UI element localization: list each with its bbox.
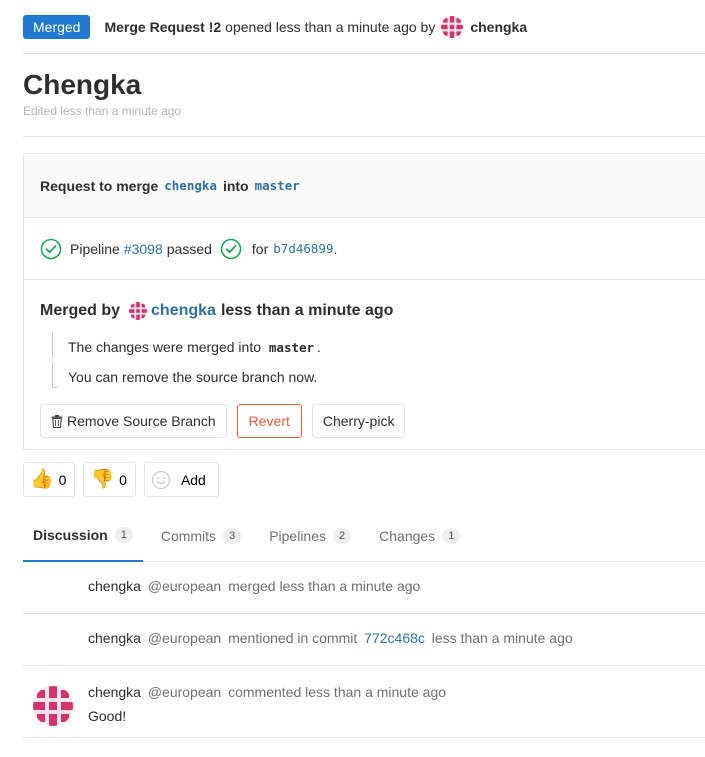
merged-by-label: Merged by <box>40 302 121 319</box>
merge-request-tabs: Discussion 1 Commits 3 Pipelines 2 Chang… <box>23 510 705 562</box>
pipeline-status-text: passed <box>166 240 212 257</box>
thumbsup-emoji-icon: 👍 <box>30 469 54 490</box>
note-text: mentioned in commit <box>228 630 358 646</box>
note-text: commented less than a minute ago <box>228 684 447 700</box>
page-title: Chengka <box>23 69 142 100</box>
title-block: Chengka Edited less than a minute ago <box>23 54 705 137</box>
merged-msg-branch: master <box>268 340 315 355</box>
tab-label: Discussion <box>33 527 108 543</box>
list-item: You can remove the source branch now. <box>52 362 689 396</box>
merged-msg-suffix: . <box>317 339 321 355</box>
tab-discussion[interactable]: Discussion 1 <box>23 510 143 562</box>
tab-commits[interactable]: Commits 3 <box>151 510 251 562</box>
author-avatar[interactable] <box>441 16 463 38</box>
tab-label: Changes <box>379 528 436 544</box>
status-badge: Merged <box>23 14 91 39</box>
pipeline-status-row: Pipeline #3098 passed for b7d46899 . <box>24 218 705 280</box>
note-author-handle: @european <box>147 684 222 700</box>
thumbsup-count: 0 <box>58 471 67 488</box>
cherry-pick-button[interactable]: Cherry-pick <box>311 404 406 438</box>
opened-text: opened less than a minute ago by <box>225 18 436 35</box>
note-author-handle: @european <box>147 630 222 646</box>
revert-button[interactable]: Revert <box>236 404 302 438</box>
commit-link[interactable]: 772c468c <box>364 630 425 646</box>
check-circle-icon[interactable] <box>220 238 242 260</box>
tab-count-badge: 2 <box>333 528 352 544</box>
trash-icon <box>51 414 63 428</box>
note-author-link[interactable]: chengka <box>88 578 141 594</box>
tab-pipelines[interactable]: Pipelines 2 <box>259 510 361 562</box>
tab-count-badge: 1 <box>114 527 133 543</box>
tab-changes[interactable]: Changes 1 <box>369 510 470 562</box>
tab-label: Commits <box>160 528 217 544</box>
system-note: chengka @european mentioned in commit 77… <box>23 614 705 666</box>
smiley-icon <box>151 470 171 489</box>
note-header: chengka @european mentioned in commit 77… <box>88 630 573 646</box>
note-author-link[interactable]: chengka <box>88 684 141 700</box>
comment-note: chengka @european commented less than a … <box>23 666 705 738</box>
edited-text: Edited less than a minute ago <box>23 104 182 118</box>
add-award-label: Add <box>180 471 206 488</box>
merged-section: Merged by chengka less than a minute ago… <box>24 280 705 438</box>
for-label: for <box>251 240 269 257</box>
into-label: into <box>222 177 249 194</box>
check-circle-icon[interactable] <box>40 238 62 260</box>
comment-body: Good! <box>88 708 127 724</box>
tab-count-badge: 1 <box>442 528 461 544</box>
thumbsdown-count: 0 <box>119 471 127 488</box>
note-header: chengka @european commented less than a … <box>88 684 446 700</box>
merged-info-list: The changes were merged into master. You… <box>52 332 689 396</box>
mr-widget: Request to merge chengka into master Pip… <box>23 153 705 450</box>
mr-source-target: Request to merge chengka into master <box>24 154 705 218</box>
thumbsdown-award-button[interactable]: 👎 0 <box>83 462 136 497</box>
period: . <box>333 240 338 257</box>
detail-header: Merged Merge Request !2 opened less than… <box>23 0 705 54</box>
remove-source-branch-label: Remove Source Branch <box>67 413 216 429</box>
thumbsup-award-button[interactable]: 👍 0 <box>23 462 76 497</box>
merged-by-line: Merged by chengka less than a minute ago <box>40 300 689 322</box>
target-branch-link[interactable]: master <box>255 178 300 193</box>
merged-msg-prefix: The changes were merged into <box>68 339 261 355</box>
commit-sha-link[interactable]: b7d46899 <box>273 241 333 256</box>
merged-actions: Remove Source Branch Revert Cherry-pick <box>40 404 689 438</box>
comment-author-avatar[interactable] <box>33 686 73 726</box>
note-header: chengka @european merged less than a min… <box>88 578 420 594</box>
thumbsdown-emoji-icon: 👎 <box>90 469 115 490</box>
author-link[interactable]: chengka <box>470 19 527 35</box>
list-item: The changes were merged into master. <box>52 332 689 366</box>
award-emoji-bar: 👍 0 👎 0 Add <box>23 462 227 497</box>
pipeline-link[interactable]: #3098 <box>124 241 163 257</box>
remove-source-branch-button[interactable]: Remove Source Branch <box>40 404 227 438</box>
system-note: chengka @european merged less than a min… <box>23 562 705 614</box>
note-text: merged less than a minute ago <box>228 578 421 594</box>
tab-count-badge: 3 <box>223 528 242 544</box>
merger-avatar[interactable] <box>129 302 147 320</box>
source-branch-link[interactable]: chengka <box>164 178 217 193</box>
note-author-link[interactable]: chengka <box>88 630 141 646</box>
pipeline-label: Pipeline <box>70 240 120 257</box>
request-label: Request to merge <box>40 177 159 194</box>
note-author-handle: @european <box>147 578 222 594</box>
merger-link[interactable]: chengka <box>151 302 216 320</box>
add-award-button[interactable]: Add <box>143 462 219 497</box>
merged-time: less than a minute ago <box>220 302 394 319</box>
merge-request-id: Merge Request !2 <box>104 18 222 35</box>
note-time: less than a minute ago <box>431 630 573 646</box>
remove-branch-msg: You can remove the source branch now. <box>68 369 318 385</box>
tab-label: Pipelines <box>269 528 327 544</box>
